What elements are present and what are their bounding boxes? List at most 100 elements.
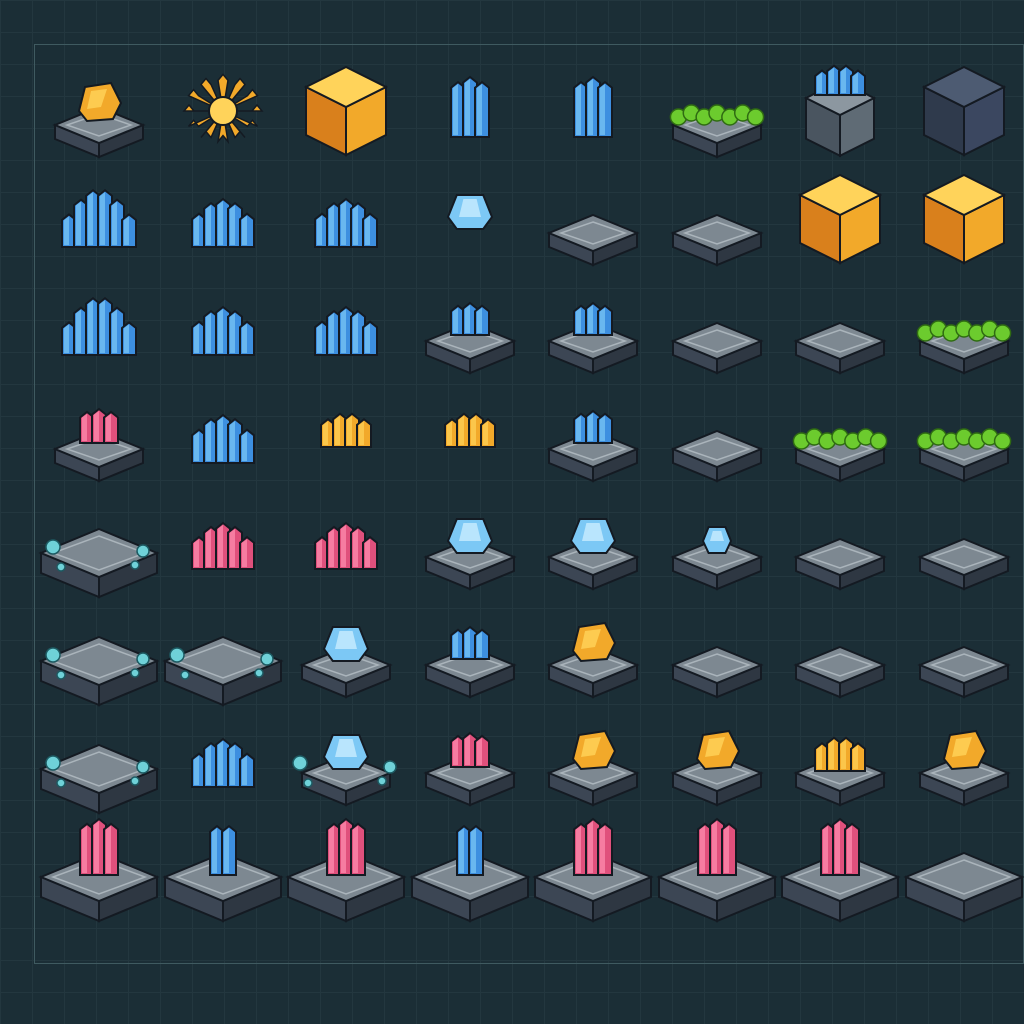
tile-pink-crystal-pedestal-r8c1[interactable]: [35, 809, 163, 923]
pink-crystal-pedestal-sprite: [38, 817, 160, 923]
tile-stone-slab-r6c6[interactable]: [653, 593, 781, 701]
blue-crystal-spikes-sprite: [190, 197, 255, 248]
tile-moss-slab-r4c7[interactable]: [776, 377, 904, 485]
tile-pink-crystal-pedestal-r8c6[interactable]: [653, 809, 781, 923]
stone-slab-sprite: [669, 645, 764, 699]
stone-slab-large-sprite: [916, 537, 1011, 591]
stone-slab-small-sprite: [546, 213, 640, 267]
tile-dark-stone-block-r1c8[interactable]: [900, 53, 1024, 161]
tile-moss-slab-r4c8[interactable]: [900, 377, 1024, 485]
stone-slab-sprite: [793, 537, 887, 591]
tile-blue-gem-slab-bubbles-r7c3[interactable]: [282, 701, 410, 809]
tile-gold-ore-block-r1c3[interactable]: [282, 53, 410, 161]
tile-pink-crystal-pedestal-r8c7[interactable]: [776, 809, 904, 923]
tile-stone-slab-r3c7[interactable]: [776, 269, 904, 377]
tile-blue-crystal-cluster-r2c3[interactable]: [282, 161, 410, 269]
pink-crystal-pedestal-sprite: [285, 817, 407, 923]
tile-blue-crystal-pedestal-r8c2[interactable]: [159, 809, 287, 923]
gold-gem-slab-sprite: [546, 729, 640, 807]
stone-platform-with-bubbles-sprite: [161, 635, 284, 707]
blue-crystal-cluster-sprite: [314, 197, 378, 248]
tile-blue-crystal-chunk-r1c5[interactable]: [529, 53, 657, 161]
tile-gold-gem-slab-r7c6[interactable]: [653, 701, 781, 809]
tile-gold-crystal-mound-r4c3[interactable]: [282, 377, 410, 485]
moss-slab-sprite: [916, 428, 1011, 483]
tile-blue-crystal-slab-r3c5[interactable]: [529, 269, 657, 377]
blue-crystal-cluster-sprite: [314, 305, 378, 356]
tile-moss-slab-r1c6[interactable]: [653, 53, 781, 161]
tile-stone-slab-r3c6[interactable]: [653, 269, 781, 377]
stone-platform-with-bubbles-sprite: [38, 635, 160, 707]
tile-blue-crystal-spikes-r2c2[interactable]: [159, 161, 287, 269]
tile-stone-pedestal-r8c8[interactable]: [900, 809, 1024, 923]
tile-blue-gem-tile-r2c4[interactable]: [406, 161, 534, 269]
tile-blue-crystal-pillars-r3c2[interactable]: [159, 269, 287, 377]
stone-slab-sprite: [669, 321, 764, 375]
blue-gem-slab-sprite: [299, 626, 393, 699]
tile-gold-gem-slab-offset-r7c8[interactable]: [900, 701, 1024, 809]
gold-gem-slab-offset-sprite: [916, 729, 1011, 807]
tile-pink-crystal-cluster-r5c2[interactable]: [159, 485, 287, 593]
gold-crystal-mound-sprite: [443, 412, 496, 448]
tile-gold-ore-block-r2c7[interactable]: [776, 161, 904, 269]
tile-stone-slab-r4c6[interactable]: [653, 377, 781, 485]
moss-slab-sprite: [669, 104, 764, 159]
tile-stone-platform-with-bubbles-r7c1[interactable]: [35, 701, 163, 815]
pink-crystal-pedestal-sprite: [779, 817, 901, 923]
tile-blue-crystal-cluster-r3c3[interactable]: [282, 269, 410, 377]
tile-blue-crystal-pedestal-r8c4[interactable]: [406, 809, 534, 923]
tile-pink-crystal-pedestal-r8c5[interactable]: [529, 809, 657, 923]
tile-blue-crystal-cluster-large-r2c1[interactable]: [35, 161, 163, 269]
blue-crystal-slab-sprite: [422, 625, 517, 699]
tile-pink-crystal-slab-r4c1[interactable]: [35, 377, 163, 485]
tile-blue-crystal-spire-slab-r4c5[interactable]: [529, 377, 657, 485]
tile-blue-gem-slab-r5c4[interactable]: [406, 485, 534, 593]
pink-crystal-cluster-sprite: [314, 521, 378, 570]
tile-blue-gem-slab-small-r5c6[interactable]: [653, 485, 781, 593]
tile-stone-platform-with-bubbles-r6c2[interactable]: [159, 593, 287, 707]
tile-stone-platform-with-bubbles-r6c1[interactable]: [35, 593, 163, 707]
sprite-sheet: [34, 44, 1024, 964]
tile-gold-gem-slab-r7c5[interactable]: [529, 701, 657, 809]
tile-blue-crystal-shard-r1c4[interactable]: [406, 53, 534, 161]
tile-blue-crystal-pillars-r4c2[interactable]: [159, 377, 287, 485]
blue-crystal-pillars-sprite: [190, 737, 255, 788]
tile-moss-slab-r3c8[interactable]: [900, 269, 1024, 377]
tile-gold-gem-slab-r6c5[interactable]: [529, 593, 657, 701]
tile-gold-crystal-mound-r4c4[interactable]: [406, 377, 534, 485]
tile-stone-slab-small-r2c6[interactable]: [653, 161, 781, 269]
tile-gold-ore-on-slab-r1c1[interactable]: [35, 53, 163, 161]
tile-pink-crystal-cluster-r5c3[interactable]: [282, 485, 410, 593]
tile-blue-crystal-cluster-large-r3c1[interactable]: [35, 269, 163, 377]
tile-blue-gem-slab-r5c5[interactable]: [529, 485, 657, 593]
tile-stone-slab-offset-r6c8[interactable]: [900, 593, 1024, 701]
tile-blue-gem-slab-r6c3[interactable]: [282, 593, 410, 701]
stone-slab-offset-sprite: [916, 645, 1011, 699]
stone-slab-small-sprite: [669, 213, 764, 267]
tile-pink-crystal-slab-small-r7c4[interactable]: [406, 701, 534, 809]
gold-ore-on-slab-sprite: [52, 81, 146, 159]
tile-stone-slab-r6c7[interactable]: [776, 593, 904, 701]
stone-platform-with-bubbles-sprite: [38, 527, 160, 599]
blue-crystal-spire-slab-sprite: [546, 409, 640, 483]
tile-stone-platform-with-bubbles-r5c1[interactable]: [35, 485, 163, 599]
pink-crystal-cluster-sprite: [190, 521, 255, 570]
tile-blue-crystal-pillars-r7c2[interactable]: [159, 701, 287, 809]
blue-gem-slab-sprite: [546, 518, 640, 591]
gold-gem-slab-sprite: [546, 621, 640, 699]
pink-crystal-pedestal-sprite: [655, 817, 778, 923]
tile-stone-slab-r5c7[interactable]: [776, 485, 904, 593]
tile-stone-slab-large-r5c8[interactable]: [900, 485, 1024, 593]
tile-blue-crystal-slab-r6c4[interactable]: [406, 593, 534, 701]
stone-platform-with-bubbles-sprite: [38, 743, 160, 815]
tile-gold-crystal-burst-r1c2[interactable]: [159, 53, 287, 161]
tile-blue-crystals-on-stone-block-r1c7[interactable]: [776, 53, 904, 161]
tile-gold-crystal-slab-r7c7[interactable]: [776, 701, 904, 809]
dark-stone-block-sprite: [921, 65, 1006, 157]
tile-blue-crystal-slab-r3c4[interactable]: [406, 269, 534, 377]
tile-gold-ore-block-r2c8[interactable]: [900, 161, 1024, 269]
tile-pink-crystal-pedestal-r8c3[interactable]: [282, 809, 410, 923]
gold-ore-block-sprite: [303, 65, 389, 157]
tile-stone-slab-small-r2c5[interactable]: [529, 161, 657, 269]
blue-gem-slab-sprite: [422, 518, 517, 591]
